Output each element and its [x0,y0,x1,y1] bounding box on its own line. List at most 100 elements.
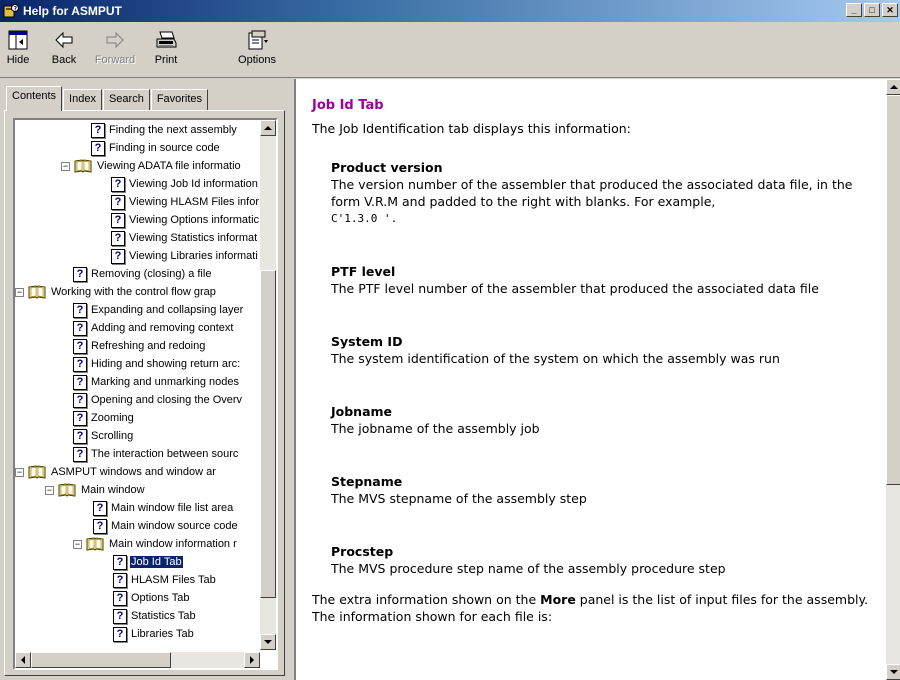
topic-title: Job Id Tab [312,98,384,113]
tree-item-label: The interaction between sourc [91,448,239,460]
tab-favorites[interactable]: Favorites [150,89,209,110]
tree-page-item[interactable]: ? Main window source code [93,517,239,535]
tree-horizontal-scrollbar[interactable] [15,652,260,668]
right-arrow-icon [250,656,254,664]
tree-page-item[interactable]: ? Job Id Tab [113,553,184,571]
close-button[interactable]: ✕ [882,3,898,17]
collapse-toggle-icon[interactable]: − [61,161,70,171]
tree-page-item[interactable]: ? Libraries Tab [113,625,195,643]
tree-page-item[interactable]: ? Expanding and collapsing layer [73,301,244,319]
tree-book-item[interactable]: − Viewing ADATA file informatio [61,157,242,175]
tree-page-item[interactable]: ? Finding the next assembly [91,121,238,139]
outro-text-before: The extra information shown on the [312,592,541,607]
tree-item-label: Viewing HLASM Files infor [129,196,260,208]
tree-book-item[interactable]: − Main window [45,481,146,499]
help-page-icon: ? [113,572,127,588]
toolbar: Hide Back Forward Print Options [0,22,900,78]
tree-page-item[interactable]: ? Finding in source code [91,139,221,157]
open-book-icon [28,465,46,479]
hide-label: Hide [6,54,30,66]
tree-scroll-thumb[interactable] [260,270,276,598]
field-entry: Procstep The MVS procedure step name of t… [312,543,882,577]
help-page-icon: ? [91,140,105,156]
print-label: Print [154,54,178,66]
tree-vertical-scrollbar[interactable] [260,120,276,650]
tree-page-item[interactable]: ? Refreshing and redoing [73,337,206,355]
tree-page-item[interactable]: ? Viewing HLASM Files infor [111,193,260,211]
tree-page-item[interactable]: ? Statistics Tab [113,607,197,625]
up-arrow-icon [264,126,272,130]
contents-tree: ? Finding the next assembly? Finding in so… [13,118,278,670]
tree-page-item[interactable]: ? The interaction between sourc [73,445,239,463]
tree-book-item[interactable]: − Main window information r [73,535,238,553]
minimize-button[interactable]: _ [846,3,862,17]
tree-item-label: Adding and removing context [91,322,234,334]
tree-item-label: Viewing ADATA file informatio [97,160,241,172]
tree-page-item[interactable]: ? Removing (closing) a file [73,265,212,283]
hide-button[interactable]: Hide [2,26,34,74]
tab-search[interactable]: Search [102,89,150,110]
topic-outro: The extra information shown on the More … [312,591,882,625]
tree-page-item[interactable]: ? Opening and closing the Overv [73,391,243,409]
scroll-up-button[interactable] [260,120,276,136]
back-arrow-icon [53,26,75,54]
forward-button[interactable]: Forward [90,26,140,74]
tree-item-label: Scrolling [91,430,134,442]
topic-intro: The Job Identification tab displays this… [312,121,631,136]
topic-scroll-down-button[interactable] [886,664,900,680]
field-entry: PTF level The PTF level number of the ass… [312,263,882,297]
tree-page-item[interactable]: ? Scrolling [73,427,134,445]
back-label: Back [51,54,77,66]
tree-item-label: Opening and closing the Overv [91,394,243,406]
help-page-icon: ? [73,320,87,336]
open-book-icon [28,285,46,299]
tab-index[interactable]: Index [63,89,102,110]
tree-page-item[interactable]: ? Options Tab [113,589,191,607]
back-button[interactable]: Back [43,26,85,74]
scroll-right-button[interactable] [244,652,260,668]
tree-item-label: Viewing Libraries informati [129,250,258,262]
tree-item-label: Job Id Tab [129,555,184,569]
tab-contents[interactable]: Contents [6,86,63,111]
tree-page-item[interactable]: ? Adding and removing context [73,319,234,337]
tree-page-item[interactable]: ? Viewing Libraries informati [111,247,259,265]
tree-page-item[interactable]: ? Viewing Options informatic [111,211,260,229]
print-button[interactable]: Print [145,26,187,74]
collapse-toggle-icon[interactable]: − [15,287,24,297]
tree-page-item[interactable]: ? Viewing Job Id information [111,175,259,193]
tree-page-item[interactable]: ? Viewing Statistics informat [111,229,258,247]
tree-book-item[interactable]: − Working with the control flow grap [15,283,217,301]
field-description: The version number of the assembler that… [331,177,853,209]
help-page-icon: ? [73,428,87,444]
more-panel-name: More [540,592,576,607]
tree-page-item[interactable]: ? Zooming [73,409,135,427]
help-book-icon: ? [3,3,19,19]
collapse-toggle-icon[interactable]: − [15,467,24,477]
navigation-pane: Contents Index Search Favorites ? Finding… [0,79,290,680]
topic-scroll-thumb[interactable] [886,95,900,485]
scroll-left-button[interactable] [15,652,31,668]
tree-page-item[interactable]: ? HLASM Files Tab [113,571,217,589]
topic-vertical-scrollbar[interactable] [886,79,900,680]
help-page-icon: ? [73,338,87,354]
tree-item-label: Zooming [91,412,134,424]
tree-book-item[interactable]: − ASMPUT windows and window ar [15,463,217,481]
topic-pane: Job Id Tab The Job Identification tab di… [294,79,900,680]
forward-label: Forward [94,54,136,66]
tree-page-item[interactable]: ? Hiding and showing return arc: [73,355,241,373]
tree-page-item[interactable]: ? Marking and unmarking nodes [73,373,240,391]
left-arrow-icon [21,656,25,664]
help-page-icon: ? [73,302,87,318]
tree-hscroll-thumb[interactable] [31,652,171,668]
options-label: Options [238,54,276,66]
tree-page-item[interactable]: ? Main window file list area [93,499,234,517]
tree-item-label: Viewing Job Id information [129,178,258,190]
options-button[interactable]: Options [231,26,283,74]
tree-item-label: Main window source code [111,520,238,532]
scroll-down-button[interactable] [260,634,276,650]
tree-item-label: Working with the control flow grap [51,286,216,298]
topic-scroll-up-button[interactable] [886,79,900,95]
maximize-button[interactable]: □ [864,3,880,17]
collapse-toggle-icon[interactable]: − [73,539,82,549]
collapse-toggle-icon[interactable]: − [45,485,54,495]
